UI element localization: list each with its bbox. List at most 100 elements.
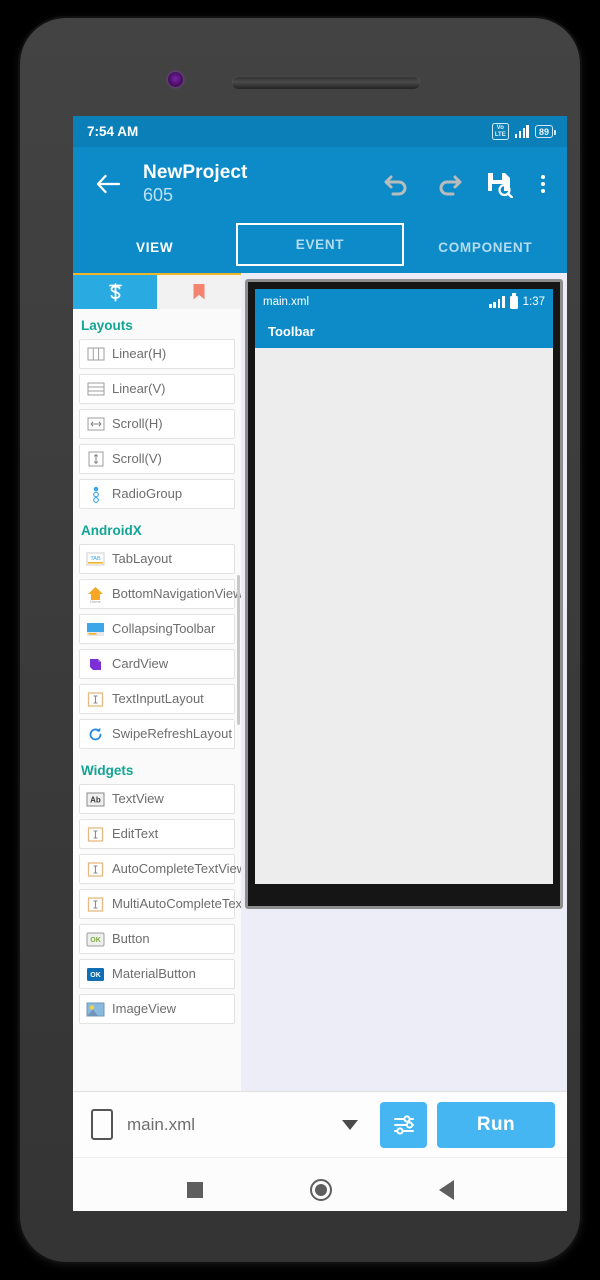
home-button[interactable]: [309, 1178, 332, 1201]
palette-tab-favorites[interactable]: [157, 275, 241, 309]
palette-item-button[interactable]: OK Button: [79, 924, 235, 954]
palette-item-autocompletetextview[interactable]: AutoCompleteTextView: [79, 854, 241, 884]
redo-button[interactable]: [434, 172, 464, 196]
status-clock: 7:54 AM: [87, 124, 139, 139]
signal-strength-icon: [514, 125, 529, 138]
app-bar-actions: [382, 171, 555, 198]
palette-item-label: CardView: [112, 656, 169, 672]
palette-item-linear-h[interactable]: Linear(H): [79, 339, 235, 369]
preview-status-bar: main.xml 1:37: [255, 289, 553, 315]
palette-item-scroll-h[interactable]: Scroll(H): [79, 409, 235, 439]
palette-item-scroll-v[interactable]: Scroll(V): [79, 444, 235, 474]
palette-item-label: CollapsingToolbar: [112, 621, 216, 637]
palette-item-label: SwipeRefreshLayout: [112, 726, 232, 742]
button-icon: OK: [86, 930, 105, 949]
material-button-icon: OK: [86, 965, 105, 984]
phone-screen: 7:54 AM Vo LTE 89 NewProject 605 VIEW EV…: [73, 116, 567, 1211]
palette-item-tablayout[interactable]: TAB TabLayout: [79, 544, 235, 574]
editor-content: Layouts Linear(H) Linear(V) Scroll(H) Sc…: [73, 273, 567, 1091]
palette-item-label: Linear(V): [112, 381, 166, 397]
recents-button[interactable]: [186, 1181, 203, 1198]
system-status-bar: 7:54 AM Vo LTE 89: [73, 116, 567, 147]
save-button[interactable]: [486, 171, 513, 198]
swipe-refresh-icon: [86, 725, 105, 744]
image-view-icon: [86, 1000, 105, 1019]
palette-item-bottomnavigationview[interactable]: Home BottomNavigationView: [79, 579, 241, 609]
battery-level: 89: [538, 126, 549, 137]
chevron-down-icon: [342, 1119, 358, 1130]
palette-item-multiautocompletetextview[interactable]: MultiAutoCompleteTextView: [79, 889, 241, 919]
palette-item-swiperefreshlayout[interactable]: SwipeRefreshLayout: [79, 719, 235, 749]
preview-status-indicators: 1:37: [489, 293, 545, 309]
run-button[interactable]: Run: [437, 1101, 555, 1148]
svg-text:TAB: TAB: [90, 556, 101, 562]
more-vertical-icon: [541, 174, 545, 179]
project-id: 605: [143, 185, 174, 205]
widget-palette: Layouts Linear(H) Linear(V) Scroll(H) Sc…: [73, 273, 241, 1091]
preview-settings-button[interactable]: [380, 1101, 427, 1148]
tab-view[interactable]: VIEW: [73, 221, 236, 273]
layout-preview-area: main.xml 1:37 Toolbar: [241, 273, 567, 1091]
palette-item-imageview[interactable]: ImageView: [79, 994, 235, 1024]
palette-item-materialbutton[interactable]: OK MaterialButton: [79, 959, 235, 989]
palette-item-label: Button: [112, 931, 150, 947]
section-header-layouts: Layouts: [81, 318, 133, 333]
palette-item-cardview[interactable]: CardView: [79, 649, 235, 679]
sliders-icon: [393, 1114, 414, 1135]
preview-toolbar[interactable]: Toolbar: [255, 315, 553, 348]
back-nav-button[interactable]: [438, 1179, 454, 1200]
save-icon: [488, 172, 513, 198]
svg-text:OK: OK: [90, 972, 101, 979]
radio-group-icon: [86, 485, 105, 504]
palette-item-radiogroup[interactable]: RadioGroup: [79, 479, 235, 509]
svg-text:Ab: Ab: [90, 795, 101, 804]
bookmark-icon: [193, 284, 205, 300]
palette-item-label: ImageView: [112, 1001, 177, 1017]
palette-scroll-container[interactable]: Layouts Linear(H) Linear(V) Scroll(H) Sc…: [73, 309, 241, 1091]
preview-file-name: main.xml: [263, 296, 310, 308]
palette-item-label: MultiAutoCompleteTextView: [112, 896, 241, 912]
app-bar: NewProject 605: [73, 147, 567, 221]
palette-item-label: Linear(H): [112, 346, 167, 362]
palette-item-linear-v[interactable]: Linear(V): [79, 374, 235, 404]
phone-hardware-frame: 7:54 AM Vo LTE 89 NewProject 605 VIEW EV…: [20, 18, 580, 1262]
back-button[interactable]: [85, 173, 131, 195]
earpiece-speaker: [232, 76, 420, 89]
tab-bar: VIEW EVENT COMPONENT: [73, 221, 567, 273]
palette-item-label: RadioGroup: [112, 486, 183, 502]
palette-item-textview[interactable]: Ab TextView: [79, 784, 235, 814]
palette-item-edittext[interactable]: EditText: [79, 819, 235, 849]
tab-component[interactable]: COMPONENT: [404, 221, 567, 273]
palette-item-label: Scroll(V): [112, 451, 162, 467]
scroll-vertical-icon: [86, 450, 105, 469]
preview-signal-icon: [489, 296, 505, 308]
device-preview-frame: main.xml 1:37 Toolbar: [245, 279, 563, 909]
preview-clock: 1:37: [522, 296, 545, 308]
scroll-horizontal-icon: [86, 415, 105, 434]
preview-canvas[interactable]: [255, 348, 553, 884]
palette-scrollbar[interactable]: [237, 575, 240, 725]
device-preview-screen[interactable]: main.xml 1:37 Toolbar: [255, 289, 553, 884]
edit-text-icon: [86, 825, 105, 844]
autocomplete-text-icon: [86, 860, 105, 879]
selected-file-label: main.xml: [127, 1114, 196, 1134]
square-icon: [186, 1181, 203, 1198]
palette-item-collapsingtoolbar[interactable]: CollapsingToolbar: [79, 614, 235, 644]
undo-button[interactable]: [382, 172, 412, 196]
palette-item-label: Scroll(H): [112, 416, 163, 432]
tab-event[interactable]: EVENT: [236, 223, 404, 266]
palette-tab-widgets[interactable]: [73, 275, 157, 309]
file-select-dropdown[interactable]: main.xml: [85, 1109, 370, 1140]
svg-text:OK: OK: [90, 937, 101, 944]
status-indicators: Vo LTE 89: [491, 123, 557, 140]
section-header-androidx: AndroidX: [81, 523, 142, 538]
bottom-navigation-icon: Home: [86, 585, 105, 604]
bottom-action-bar: main.xml Run: [73, 1091, 567, 1157]
preview-battery-icon: [509, 293, 518, 309]
system-navigation-bar: [73, 1157, 567, 1211]
undo-icon: [384, 175, 407, 196]
overflow-menu-button[interactable]: [535, 173, 551, 195]
palette-item-label: TabLayout: [112, 551, 172, 567]
card-view-icon: [86, 655, 105, 674]
palette-item-textinputlayout[interactable]: TextInputLayout: [79, 684, 235, 714]
